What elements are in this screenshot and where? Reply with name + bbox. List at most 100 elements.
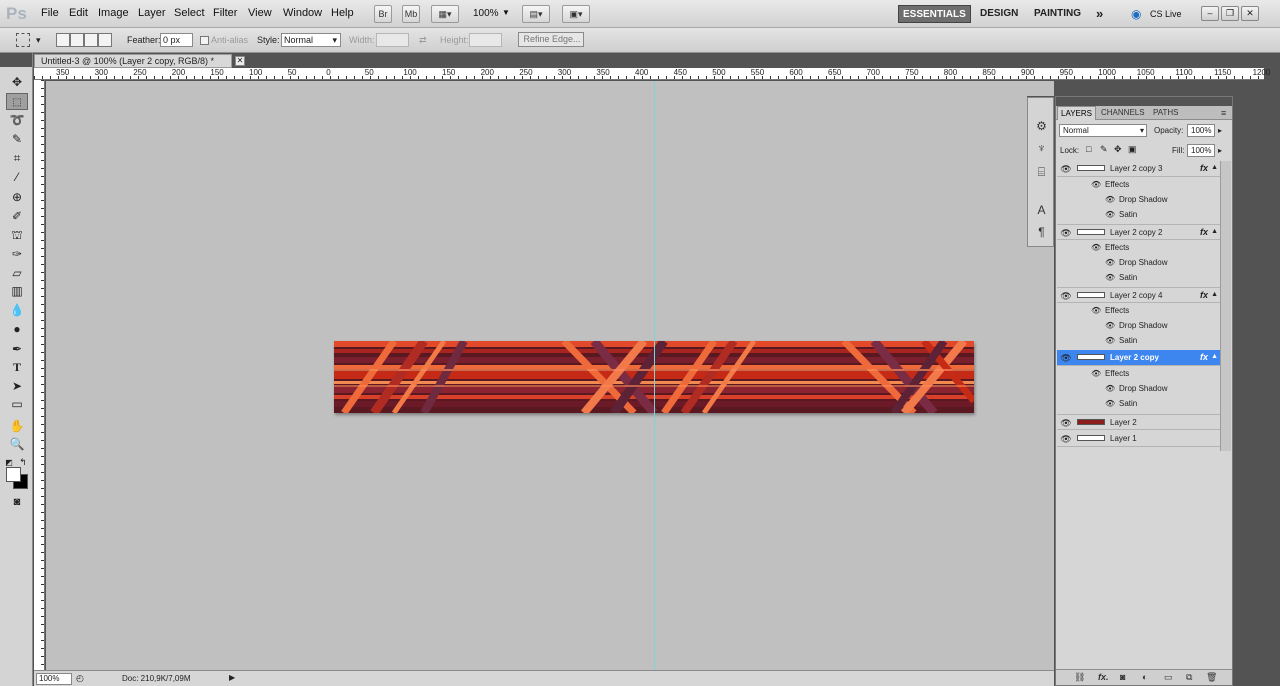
menu-window[interactable]: Window xyxy=(283,7,322,19)
visibility-eye-icon[interactable]: 👁 xyxy=(1059,228,1073,238)
expand-effects-icon[interactable]: ▲ xyxy=(1211,228,1218,235)
intersect-selection-icon[interactable] xyxy=(98,33,112,47)
blur-tool-icon[interactable]: 💧 xyxy=(6,302,28,319)
crop-tool-icon[interactable]: ⌗ xyxy=(6,150,28,167)
satin-effect[interactable]: Satin xyxy=(1119,273,1137,282)
panel-menu-icon[interactable]: ≡ xyxy=(1218,106,1229,120)
foreground-color-swatch[interactable] xyxy=(6,467,21,482)
delete-layer-icon[interactable]: 🗑 xyxy=(1206,672,1217,683)
opacity-input[interactable]: 100% xyxy=(1187,124,1215,137)
brush-tool-icon[interactable]: ✐ xyxy=(6,208,28,225)
visibility-eye-icon[interactable]: 👁 xyxy=(1059,434,1073,444)
effect-eye-icon[interactable]: 👁 xyxy=(1105,195,1115,204)
layers-panel-header[interactable] xyxy=(1056,97,1232,106)
layer-row-selected[interactable]: 👁 Layer 2 copy fx ▲ xyxy=(1057,350,1220,366)
new-group-icon[interactable]: ▭ xyxy=(1164,672,1173,683)
menu-view[interactable]: View xyxy=(248,7,272,19)
add-mask-icon[interactable]: ◙ xyxy=(1120,672,1125,682)
brush-presets-icon[interactable]: ⚙ xyxy=(1033,118,1050,135)
marquee-tool-icon[interactable]: ⬚ xyxy=(6,93,28,110)
satin-effect[interactable]: Satin xyxy=(1119,210,1137,219)
eraser-tool-icon[interactable]: ▱ xyxy=(6,265,28,282)
menu-filter[interactable]: Filter xyxy=(213,7,237,19)
feather-input[interactable]: 0 px xyxy=(160,33,193,47)
effects-eye-icon[interactable]: 👁 xyxy=(1091,180,1101,189)
healing-brush-tool-icon[interactable]: ⊕ xyxy=(6,189,28,206)
eyedropper-tool-icon[interactable]: ⁄ xyxy=(6,169,28,186)
character-panel-icon[interactable]: A xyxy=(1033,202,1050,219)
subtract-from-selection-icon[interactable] xyxy=(84,33,98,47)
workspace-painting[interactable]: PAINTING xyxy=(1030,5,1085,23)
refine-edge-button[interactable]: Refine Edge... xyxy=(518,32,584,47)
effects-eye-icon[interactable]: 👁 xyxy=(1091,243,1101,252)
lock-position-icon[interactable]: ✥ xyxy=(1114,144,1122,155)
menu-edit[interactable]: Edit xyxy=(69,7,88,19)
new-selection-icon[interactable] xyxy=(56,33,70,47)
pen-tool-icon[interactable]: ✒ xyxy=(6,341,28,358)
shape-tool-icon[interactable]: ▭ xyxy=(6,396,28,413)
marquee-tool-preset-icon[interactable] xyxy=(16,33,30,47)
expand-effects-icon[interactable]: ▲ xyxy=(1211,291,1218,298)
launch-minibridge-button[interactable]: Mb xyxy=(402,5,420,23)
clone-source-icon[interactable]: ♆ xyxy=(1033,140,1050,157)
expand-effects-icon[interactable]: ▲ xyxy=(1211,353,1218,360)
visibility-eye-icon[interactable]: 👁 xyxy=(1059,164,1073,174)
tab-channels[interactable]: CHANNELS xyxy=(1098,106,1148,120)
effect-eye-icon[interactable]: 👁 xyxy=(1105,210,1115,219)
layer-row[interactable]: 👁 Layer 2 copy 3 fx ▲ xyxy=(1057,161,1220,177)
tab-layers[interactable]: LAYERS xyxy=(1057,106,1096,120)
horizontal-ruler[interactable]: 350 300 250 200 150 100 50 0 50 100 150 200 250 300 35… xyxy=(34,68,1270,80)
effect-eye-icon[interactable]: 👁 xyxy=(1105,399,1115,408)
fx-icon[interactable]: fx xyxy=(1200,163,1208,173)
menu-file[interactable]: File xyxy=(41,7,59,19)
dodge-tool-icon[interactable]: ● xyxy=(6,321,28,338)
history-brush-tool-icon[interactable]: ✑ xyxy=(6,246,28,263)
vertical-ruler[interactable] xyxy=(34,80,45,670)
fill-arrow-icon[interactable]: ▸ xyxy=(1218,146,1222,155)
layer-row[interactable]: 👁 Layer 2 copy 2 fx ▲ xyxy=(1057,224,1220,240)
zoom-preview-icon[interactable]: ◴ xyxy=(76,673,84,684)
add-to-selection-icon[interactable] xyxy=(70,33,84,47)
visibility-eye-icon[interactable]: 👁 xyxy=(1059,291,1073,301)
canvas-area[interactable] xyxy=(46,81,1054,670)
satin-effect[interactable]: Satin xyxy=(1119,336,1137,345)
drop-shadow-effect[interactable]: Drop Shadow xyxy=(1119,321,1167,330)
swap-dimensions-icon[interactable]: ⇄ xyxy=(419,35,427,46)
anti-alias-checkbox[interactable] xyxy=(200,36,209,45)
satin-effect[interactable]: Satin xyxy=(1119,399,1137,408)
drop-shadow-effect[interactable]: Drop Shadow xyxy=(1119,195,1167,204)
adjustment-layer-icon[interactable]: ◐ xyxy=(1142,672,1147,682)
move-tool-icon[interactable]: ✥ xyxy=(6,74,28,91)
layer-row[interactable]: 👁 Layer 1 xyxy=(1057,431,1220,447)
lock-transparency-icon[interactable]: □ xyxy=(1086,144,1091,154)
effects-eye-icon[interactable]: 👁 xyxy=(1091,306,1101,315)
new-layer-icon[interactable]: ⧉ xyxy=(1186,672,1192,683)
height-input[interactable] xyxy=(469,33,502,47)
tool-presets-icon[interactable]: ⌸ xyxy=(1033,164,1050,181)
chevron-down-icon[interactable]: ▾ xyxy=(36,35,41,46)
more-workspaces-icon[interactable]: » xyxy=(1092,5,1107,23)
effect-eye-icon[interactable]: 👁 xyxy=(1105,384,1115,393)
minimize-button[interactable]: – xyxy=(1201,6,1219,21)
type-tool-icon[interactable]: T xyxy=(6,359,28,376)
quick-mask-icon[interactable]: ◙ xyxy=(6,494,28,511)
status-menu-arrow-icon[interactable]: ▶ xyxy=(229,673,235,682)
screen-mode-icon[interactable]: ▣▾ xyxy=(562,5,590,23)
lasso-tool-icon[interactable]: ➰ xyxy=(6,112,28,129)
lock-pixels-icon[interactable]: ✎ xyxy=(1100,144,1108,155)
style-select[interactable]: Normal ▾ xyxy=(281,33,341,47)
quick-selection-tool-icon[interactable]: ✎ xyxy=(6,131,28,148)
opacity-arrow-icon[interactable]: ▸ xyxy=(1218,126,1222,135)
fill-input[interactable]: 100% xyxy=(1187,144,1215,157)
effect-eye-icon[interactable]: 👁 xyxy=(1105,336,1115,345)
layers-scrollbar[interactable] xyxy=(1220,161,1231,451)
fx-icon[interactable]: fx xyxy=(1200,227,1208,237)
close-document-button[interactable]: ✕ xyxy=(235,56,245,66)
link-layers-icon[interactable]: ⛓ xyxy=(1074,672,1085,683)
document-tab[interactable]: Untitled-3 @ 100% (Layer 2 copy, RGB/8) … xyxy=(34,54,245,68)
launch-bridge-button[interactable]: Br xyxy=(374,5,392,23)
view-extras-icon[interactable]: ▦▾ xyxy=(431,5,459,23)
cs-live-menu[interactable]: CS Live xyxy=(1150,9,1182,19)
menu-image[interactable]: Image xyxy=(98,7,129,19)
blend-mode-select[interactable]: Normal ▾ xyxy=(1059,124,1147,137)
